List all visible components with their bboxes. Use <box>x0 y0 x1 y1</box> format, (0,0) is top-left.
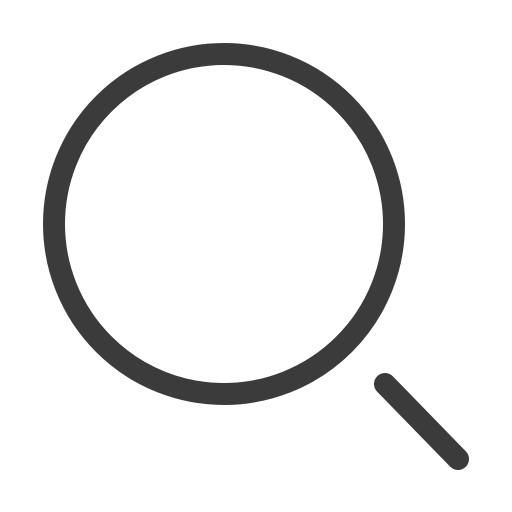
icon-canvas <box>0 0 512 512</box>
magnifier-lens <box>43 43 405 405</box>
magnifier-handle <box>374 373 469 470</box>
search-icon <box>43 43 469 470</box>
